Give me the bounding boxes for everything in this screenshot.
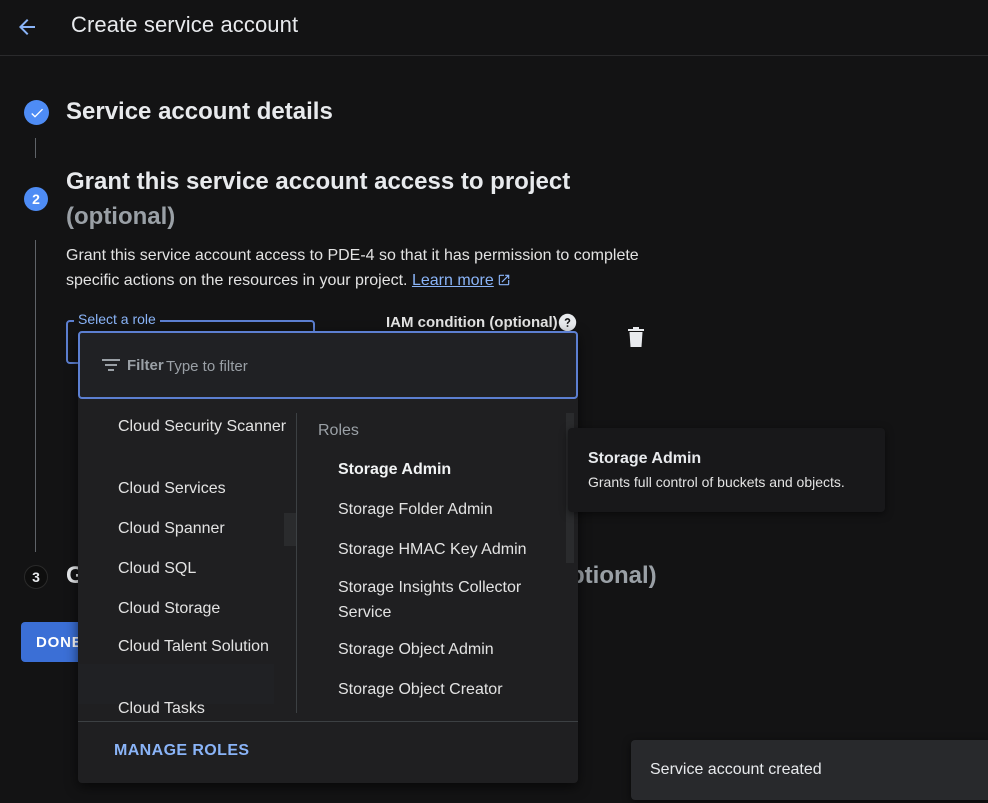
role-item-storage-admin[interactable]: Storage Admin	[338, 457, 558, 482]
back-button[interactable]	[12, 12, 42, 42]
dropdown-divider	[78, 721, 578, 722]
service-item-cloud-talent-solution[interactable]: Cloud Talent Solution	[118, 634, 288, 659]
filter-icon	[102, 359, 120, 371]
step3-number: 3	[24, 565, 48, 589]
manage-roles-button[interactable]: MANAGE ROLES	[114, 742, 249, 760]
iam-condition-label: IAM condition (optional)	[386, 314, 558, 331]
trash-icon[interactable]	[627, 327, 645, 347]
role-picker-dropdown: Filter Cloud Security Scanner Cloud Serv…	[78, 331, 578, 783]
check-icon	[30, 108, 43, 118]
step3-title-end: ptional)	[570, 562, 657, 589]
filter-label: Filter	[127, 357, 164, 374]
role-item-storage-object-admin[interactable]: Storage Object Admin	[338, 637, 558, 662]
service-item-cloud-services[interactable]: Cloud Services	[118, 476, 288, 501]
arrow-back-icon	[19, 19, 35, 35]
page-title: Create service account	[71, 12, 299, 37]
service-list-scrollbar[interactable]	[284, 513, 296, 546]
roles-heading: Roles	[318, 422, 359, 439]
service-item-cloud-spanner[interactable]: Cloud Spanner	[118, 516, 288, 541]
step2-description-text: Grant this service account access to PDE…	[66, 247, 639, 289]
role-filter[interactable]: Filter	[78, 331, 578, 399]
service-list[interactable]: Cloud Security Scanner Cloud Services Cl…	[78, 411, 296, 713]
tooltip-description: Grants full control of buckets and objec…	[588, 474, 845, 490]
top-bar: Create service account	[0, 0, 988, 56]
filter-input[interactable]	[166, 353, 466, 379]
role-item-storage-folder-admin[interactable]: Storage Folder Admin	[338, 497, 558, 522]
step-connector	[35, 138, 36, 158]
snackbar-message: Service account created	[650, 761, 822, 778]
step2-title: Grant this service account access to pro…	[66, 168, 571, 195]
role-item-storage-hmac-key-admin[interactable]: Storage HMAC Key Admin	[338, 537, 558, 562]
done-button[interactable]: DONE	[21, 622, 83, 662]
service-item-cloud-tasks[interactable]: Cloud Tasks	[118, 696, 288, 713]
learn-more-link[interactable]: Learn more	[412, 272, 494, 289]
tooltip-title: Storage Admin	[588, 450, 702, 467]
service-item-cloud-storage[interactable]: Cloud Storage	[118, 596, 288, 621]
step1-title[interactable]: Service account details	[66, 98, 333, 126]
open-in-new-icon	[498, 274, 510, 286]
service-item-cloud-security-scanner[interactable]: Cloud Security Scanner	[118, 414, 288, 439]
snackbar: Service account created	[631, 740, 988, 800]
role-item-storage-object-creator[interactable]: Storage Object Creator	[338, 677, 558, 702]
step2-optional-label: (optional)	[66, 203, 176, 230]
help-icon[interactable]	[558, 313, 577, 332]
step2-description: Grant this service account access to PDE…	[66, 243, 666, 293]
role-tooltip: Storage Admin Grants full control of buc…	[568, 428, 885, 512]
role-select-label: Select a role	[74, 311, 160, 327]
step1-complete-indicator	[24, 100, 49, 125]
step2-number: 2	[24, 187, 48, 211]
service-item-cloud-sql[interactable]: Cloud SQL	[118, 556, 288, 581]
role-list[interactable]: Roles Storage Admin Storage Folder Admin…	[297, 411, 578, 713]
role-item-storage-insights-collector-service[interactable]: Storage Insights Collector Service	[338, 575, 558, 625]
step-connector	[35, 240, 36, 552]
